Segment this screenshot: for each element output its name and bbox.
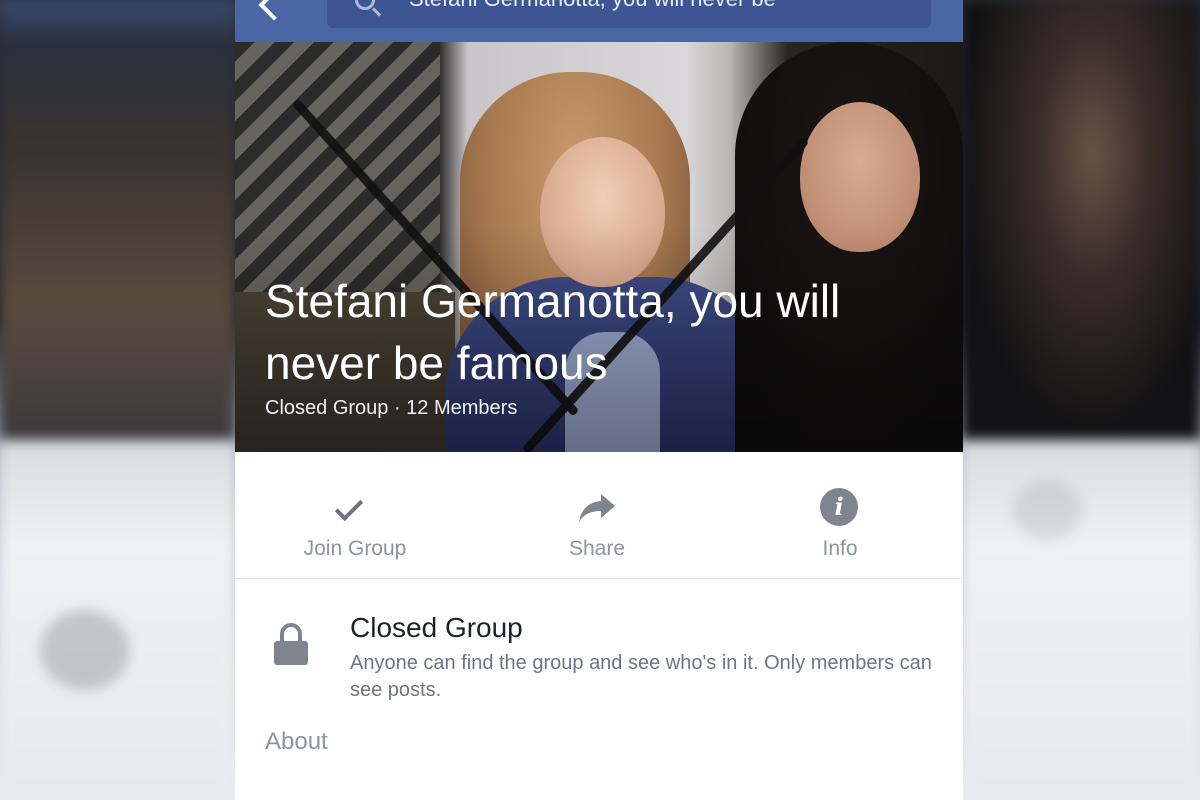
phone-screen: Stefani Germanotta, you will never be St…	[235, 0, 963, 800]
back-arrow-icon[interactable]	[258, 0, 290, 21]
info-label: Info	[822, 537, 858, 560]
search-query-text: Stefani Germanotta, you will never be	[409, 0, 776, 12]
share-label: Share	[568, 537, 626, 560]
group-action-bar: Join Group Share i Info	[235, 452, 963, 572]
join-group-button[interactable]: Join Group	[255, 452, 455, 572]
info-button[interactable]: i Info	[740, 452, 940, 572]
privacy-title: Closed Group	[350, 612, 523, 643]
join-group-label: Join Group	[303, 537, 407, 560]
group-meta: Closed Group · 12 Members	[265, 397, 518, 419]
blurred-background-right	[962, 0, 1200, 800]
lock-icon	[274, 623, 308, 665]
about-section-heading[interactable]: About	[265, 728, 328, 756]
top-navigation-bar: Stefani Germanotta, you will never be	[235, 0, 963, 42]
search-bar[interactable]: Stefani Germanotta, you will never be	[327, 0, 931, 28]
info-icon: i	[820, 488, 858, 526]
share-icon	[579, 494, 615, 522]
privacy-description: Anyone can find the group and see who's …	[350, 652, 932, 701]
blurred-background-left	[0, 0, 235, 800]
section-divider	[235, 578, 963, 579]
group-cover-photo: Stefani Germanotta, you will never be fa…	[235, 42, 963, 452]
search-icon	[355, 0, 375, 10]
share-button[interactable]: Share	[497, 452, 697, 572]
group-title: Stefani Germanotta, you will never be fa…	[265, 275, 841, 389]
check-icon	[334, 492, 364, 522]
